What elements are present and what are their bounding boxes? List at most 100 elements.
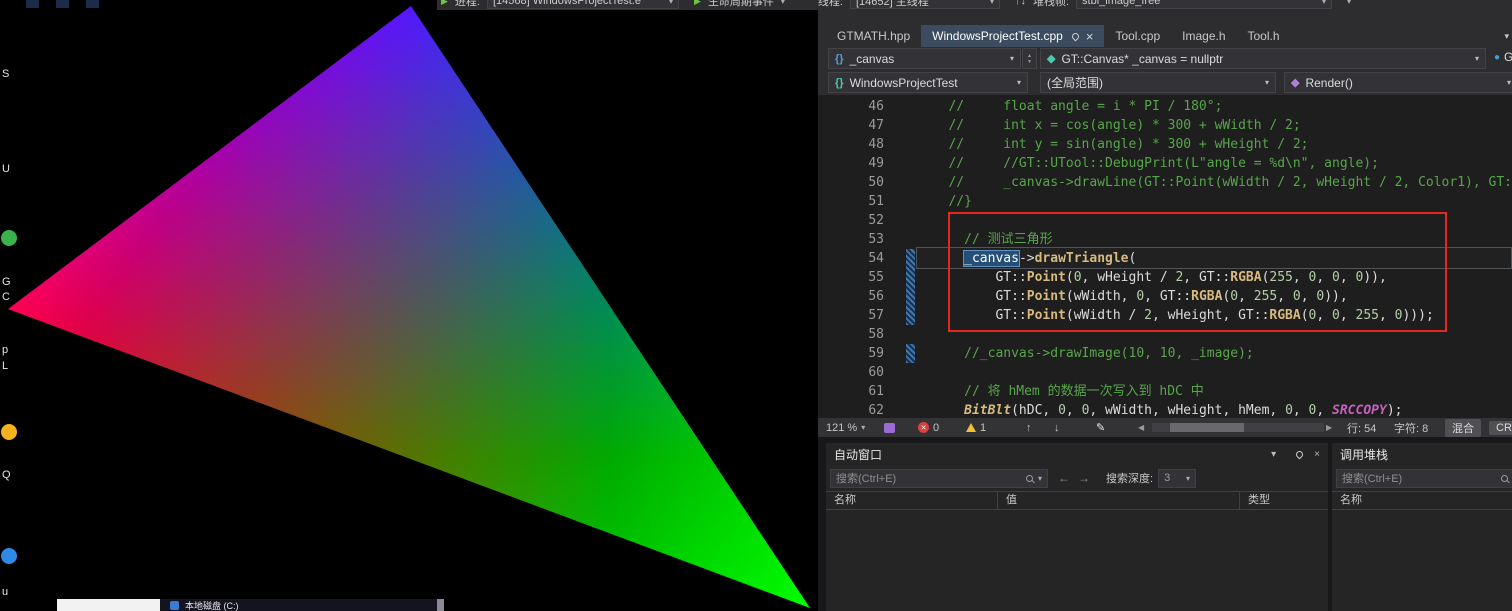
horizontal-scrollbar[interactable] xyxy=(1152,423,1324,432)
tab-overflow-icon[interactable]: ▾ xyxy=(1504,31,1509,42)
line-number: 47 xyxy=(818,116,884,135)
code-line-50[interactable]: // _canvas->drawLine(GT::Point(wWidth / … xyxy=(925,173,1512,192)
close-icon[interactable]: × xyxy=(1086,30,1094,43)
prev-issue-button[interactable]: ↑ xyxy=(1026,418,1032,437)
column-header-name[interactable]: 名称 xyxy=(1332,492,1512,509)
chevron-down-icon: ▾ xyxy=(1475,54,1479,63)
stackframe-combo[interactable]: stbi_image_free ▾ xyxy=(1076,0,1332,9)
callstack-column-header: 名称 xyxy=(1332,491,1512,510)
line-number: 51 xyxy=(818,192,884,211)
code-token xyxy=(925,403,964,418)
code-line-51[interactable]: //} xyxy=(925,192,1512,211)
code-line-60[interactable] xyxy=(925,363,1512,382)
warning-indicator[interactable]: 1 xyxy=(966,418,986,437)
tab-image-h[interactable]: Image.h xyxy=(1171,25,1236,47)
toolbar-overflow-icon[interactable]: ▾ xyxy=(1347,0,1351,6)
process-combo-value: [14568] WindowsProjectTest.e xyxy=(493,0,641,7)
search-icon[interactable] xyxy=(1026,475,1033,482)
search-prev-button[interactable]: ← xyxy=(1058,471,1070,485)
tab-windowsprojecttest-cpp[interactable]: WindowsProjectTest.cpp× xyxy=(921,25,1104,47)
code-line-47[interactable]: // int x = cos(angle) * 300 + wWidth / 2… xyxy=(925,116,1512,135)
callstack-panel-header[interactable]: 调用堆栈 xyxy=(1332,443,1512,465)
desktop-icon-label[interactable]: Q xyxy=(2,469,11,481)
line-indicator: 行: 54 xyxy=(1347,418,1376,437)
pin-icon[interactable] xyxy=(1070,31,1080,41)
visual-studio-window: GTMATH.hppWindowsProjectTest.cpp×Tool.cp… xyxy=(818,0,1512,611)
desktop-icon-label[interactable]: u xyxy=(2,586,8,598)
chevron-down-icon[interactable]: ▾ xyxy=(1038,474,1042,483)
search-next-button[interactable]: → xyxy=(1078,471,1090,485)
desktop-icon-label[interactable]: U xyxy=(2,163,10,175)
line-number: 57 xyxy=(818,306,884,325)
window-position-icon[interactable]: ▾ xyxy=(1271,449,1276,460)
scroll-right-arrow[interactable]: ▶ xyxy=(1326,418,1332,437)
code-line-61[interactable]: // 将 hMem 的数据一次写入到 hDC 中 xyxy=(925,382,1512,401)
code-editor[interactable]: 4647484950515253545556575859606162 // fl… xyxy=(818,95,1512,418)
tab-tool-cpp[interactable]: Tool.cpp xyxy=(1104,25,1171,47)
desktop-icon-label[interactable]: L xyxy=(2,360,8,372)
next-issue-button[interactable]: ↓ xyxy=(1054,418,1060,437)
lifecycle-events-button[interactable]: 生命周期事件 xyxy=(708,0,774,9)
column-header-1[interactable]: 值 xyxy=(998,492,1240,509)
eol-pill: CRLF xyxy=(1489,421,1512,435)
encoding-indicator[interactable]: 混合 xyxy=(1445,418,1481,437)
feedback-icon[interactable] xyxy=(884,418,895,437)
change-tracking-bar xyxy=(906,249,915,325)
close-icon[interactable]: × xyxy=(1314,449,1320,460)
column-header-0[interactable]: 名称 xyxy=(826,492,998,509)
desktop-icon[interactable] xyxy=(1,230,17,246)
search-icon[interactable] xyxy=(1501,475,1508,482)
taskbar-dark-segment[interactable]: 本地磁盘 (C:) xyxy=(160,599,437,611)
error-indicator[interactable]: ✕ 0 xyxy=(918,418,939,437)
code-token: //_canvas->drawImage(10, 10, _image); xyxy=(925,346,1254,361)
code-line-48[interactable]: // int y = sin(angle) * 300 + wHeight / … xyxy=(925,135,1512,154)
scrollbar-thumb[interactable] xyxy=(1170,423,1244,432)
scope-dropdown[interactable]: (全局范围) ▾ xyxy=(1040,72,1276,93)
desktop-icon-label[interactable]: S xyxy=(2,68,9,80)
desktop-icon[interactable] xyxy=(1,548,17,564)
desktop-icon-label[interactable]: G xyxy=(2,276,11,288)
code-line-62[interactable]: BitBlt(hDC, 0, 0, wWidth, wHeight, hMem,… xyxy=(925,401,1512,418)
callstack-search-row: 搜索(Ctrl+E) xyxy=(1332,465,1512,491)
process-combo[interactable]: [14568] WindowsProjectTest.e ▾ xyxy=(487,0,679,9)
autos-search-input[interactable]: 搜索(Ctrl+E) ▾ xyxy=(830,469,1048,488)
pin-icon[interactable] xyxy=(1295,449,1305,459)
frame-nav-icons[interactable]: ↑↓ xyxy=(1015,0,1026,7)
eol-indicator[interactable]: CRLF xyxy=(1489,418,1512,437)
code-line-46[interactable]: // float angle = i * PI / 180°; xyxy=(925,97,1512,116)
thread-combo[interactable]: [14652] 主线程 ▾ xyxy=(850,0,1000,9)
continue-icon[interactable]: ▶ xyxy=(441,0,448,7)
code-line-59[interactable]: //_canvas->drawImage(10, 10, _image); xyxy=(925,344,1512,363)
callstack-search-input[interactable]: 搜索(Ctrl+E) xyxy=(1336,469,1512,488)
line-number: 58 xyxy=(818,325,884,344)
zoom-control[interactable]: 121 % ▾ xyxy=(826,418,865,437)
code-line-49[interactable]: // //GT::UTool::DebugPrint(L"angle = %d\… xyxy=(925,154,1512,173)
callstack-panel-body[interactable] xyxy=(1332,510,1512,611)
circle-icon: ● xyxy=(1494,52,1500,63)
autos-panel-body[interactable] xyxy=(826,510,1328,611)
autos-panel-header[interactable]: 自动窗口 ▾ × xyxy=(826,443,1328,465)
member-dropdown[interactable]: {} _canvas ▾ xyxy=(828,48,1021,69)
search-depth-combo[interactable]: 3 ▾ xyxy=(1158,469,1196,488)
autos-search-row: 搜索(Ctrl+E) ▾ ← → 搜索深度: 3 ▾ xyxy=(826,465,1328,491)
callstack-panel-title: 调用堆栈 xyxy=(1340,446,1388,463)
line-number: 49 xyxy=(818,154,884,173)
thread-label: 线程: xyxy=(818,0,843,9)
column-header-2[interactable]: 类型 xyxy=(1240,492,1328,509)
step-icon[interactable]: ▶ xyxy=(694,0,701,7)
taskbar-white-box[interactable] xyxy=(57,599,160,611)
tab-gtmath-hpp[interactable]: GTMATH.hpp xyxy=(826,25,921,47)
tab-tool-h[interactable]: Tool.h xyxy=(1237,25,1291,47)
desktop-icon-label[interactable]: p xyxy=(2,344,8,356)
nav-spinner[interactable]: ▲ ▼ xyxy=(1022,48,1037,69)
scroll-left-arrow[interactable]: ◀ xyxy=(1138,418,1144,437)
desktop-icon-label[interactable]: C xyxy=(2,291,10,303)
project-dropdown[interactable]: {} WindowsProjectTest ▾ xyxy=(828,72,1028,93)
declaration-dropdown[interactable]: ◆ GT::Canvas* _canvas = nullptr ▾ xyxy=(1040,48,1486,69)
disk-icon xyxy=(170,601,179,610)
spinner-down-icon[interactable]: ▼ xyxy=(1027,59,1032,65)
function-dropdown[interactable]: ◆ Render() ▾ xyxy=(1284,72,1512,93)
desktop-icon[interactable] xyxy=(1,424,17,440)
member-dropdown-value: _canvas xyxy=(850,52,895,66)
code-token: SRCCOPY xyxy=(1332,403,1387,418)
